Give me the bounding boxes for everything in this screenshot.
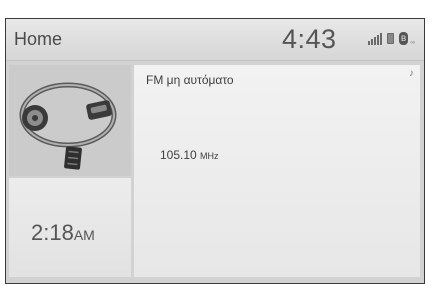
frequency-value: 105.10: [160, 148, 197, 162]
clock-time: 2:18: [31, 220, 74, 245]
bluetooth-icon: ʙ: [399, 32, 408, 45]
status-bar: Home 4:43 ʙ ◦◦: [6, 19, 424, 61]
header-clock: 4:43: [282, 24, 337, 54]
drive-monitor-tile[interactable]: [9, 65, 131, 176]
steering-pedals-illustration: [19, 82, 117, 170]
frequency-unit: MHz: [200, 151, 219, 161]
dots-icon: ◦◦: [410, 37, 415, 47]
audio-tile[interactable]: FM μη αυτόματο ♪ 105.10 MHz: [134, 65, 420, 277]
phone-battery-icon: [387, 33, 394, 44]
frequency-display: 105.10 MHz: [160, 148, 219, 162]
audio-source-label: FM μη αυτόματο: [146, 73, 234, 87]
status-icons: ʙ ◦◦: [368, 32, 424, 49]
music-note-icon: ♪: [409, 68, 414, 79]
home-title[interactable]: Home: [14, 29, 62, 50]
head-unit-screen: Home 4:43 ʙ ◦◦ 2:18AM FM μη αυτόματο ♪ 1…: [5, 18, 425, 284]
signal-bars-icon: [368, 33, 382, 45]
clock-tile[interactable]: 2:18AM: [9, 178, 131, 277]
clock-ampm: AM: [73, 227, 95, 243]
clock-display: 2:18AM: [31, 220, 95, 246]
